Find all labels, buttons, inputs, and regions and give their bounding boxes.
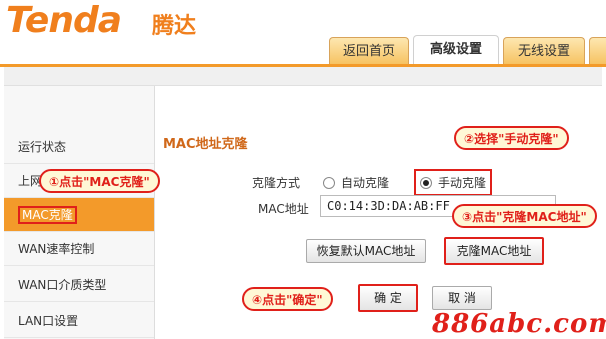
sub-bar (4, 67, 602, 86)
mac-address-label: MAC地址 (258, 202, 309, 216)
sidebar-item-wan-rate[interactable]: WAN速率控制 (4, 232, 154, 266)
callout-step1: ①点击"MAC克隆" (39, 169, 160, 193)
sidebar-item-mac-clone-label: MAC克隆 (18, 206, 77, 224)
restore-default-mac-button[interactable]: 恢复默认MAC地址 (306, 239, 426, 263)
radio-manual-clone[interactable]: 手动克隆 (414, 169, 493, 196)
tab-overflow[interactable] (589, 37, 606, 66)
tab-wireless-settings[interactable]: 无线设置 (503, 37, 585, 66)
page-title: MAC地址克隆 (163, 137, 248, 152)
callout-step4: ④点击"确定" (242, 287, 333, 311)
tenda-logo: Tenda (6, 0, 122, 41)
tenda-logo-cn: 腾达 (152, 14, 197, 39)
sidebar-item-status[interactable]: 运行状态 (4, 130, 154, 164)
radio-manual-clone-label: 手动克隆 (438, 176, 487, 190)
sidebar-item-wan-media[interactable]: WAN口介质类型 (4, 268, 154, 302)
cancel-button[interactable]: 取 消 (432, 286, 492, 310)
radio-auto-clone[interactable]: 自动克隆 (323, 174, 389, 191)
watermark: 886abc.com (432, 309, 606, 339)
clone-mode-label: 克隆方式 (252, 176, 301, 190)
tab-advanced-settings[interactable]: 高级设置 (413, 35, 499, 67)
radio-auto-clone-label: 自动克隆 (341, 176, 390, 190)
sidebar-item-lan[interactable]: LAN口设置 (4, 304, 154, 338)
clone-mac-button[interactable]: 克隆MAC地址 (444, 237, 544, 265)
radio-circle-icon (323, 176, 335, 189)
callout-step3: ③点击"克隆MAC地址" (452, 204, 597, 228)
callout-step2: ②选择"手动克隆" (454, 126, 569, 150)
tab-home[interactable]: 返回首页 (329, 37, 409, 66)
sidebar: 运行状态 上网 MAC克隆 WAN速率控制 WAN口介质类型 LAN口设置 (4, 86, 155, 339)
radio-selected-icon (420, 176, 432, 189)
ok-button[interactable]: 确 定 (358, 284, 418, 312)
sidebar-item-mac-clone[interactable]: MAC克隆 (4, 198, 154, 232)
